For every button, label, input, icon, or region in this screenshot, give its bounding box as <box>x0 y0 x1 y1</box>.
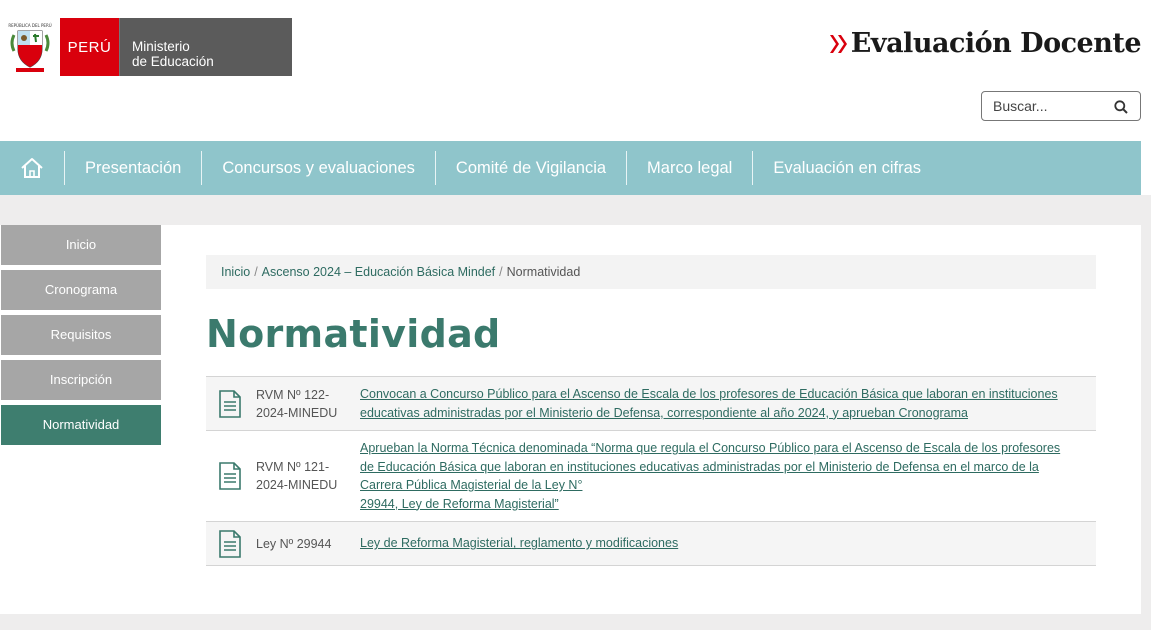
breadcrumb-current: Normatividad <box>506 265 581 279</box>
sidebar: Inicio Cronograma Requisitos Inscripción… <box>1 225 161 450</box>
nav-item-comite[interactable]: Comité de Vigilancia <box>436 141 626 195</box>
table-row: Ley Nº 29944 Ley de Reforma Magisterial,… <box>206 522 1096 566</box>
document-code: RVM Nº 122- 2024-MINEDU <box>250 386 360 422</box>
ministry-line-2: de Educación <box>132 54 214 69</box>
document-link-line[interactable]: Aprueban la Norma Técnica denominada “No… <box>360 439 1076 458</box>
brand-title: Evaluación Docente <box>850 28 1142 59</box>
document-link-line[interactable]: Ley de Reforma Magisterial, reglamento y… <box>360 534 1076 553</box>
document-link-line[interactable]: 29944, Ley de Reforma Magisterial” <box>360 495 1076 514</box>
breadcrumb-separator: / <box>254 265 258 279</box>
breadcrumb-separator: / <box>499 265 503 279</box>
document-link-line[interactable]: de Educación Básica que laboran en insti… <box>360 458 1076 477</box>
documents-table: RVM Nº 122- 2024-MINEDU Convocan a Concu… <box>206 376 1096 566</box>
svg-text:REPÚBLICA DEL PERÚ: REPÚBLICA DEL PERÚ <box>8 23 51 28</box>
document-link-line[interactable]: educativas administradas por el Minister… <box>360 404 1076 423</box>
table-row: RVM Nº 122- 2024-MINEDU Convocan a Concu… <box>206 377 1096 431</box>
page-title: Normatividad <box>206 312 501 356</box>
evaluacion-docente-brand[interactable]: Evaluación Docente <box>829 28 1142 59</box>
minedu-logo[interactable]: REPÚBLICA DEL PERÚ PERÚ Ministerio de Ed… <box>0 18 292 76</box>
nav-item-marco-legal[interactable]: Marco legal <box>627 141 752 195</box>
breadcrumb: Inicio / Ascenso 2024 – Educación Básica M… <box>206 255 1096 289</box>
document-link[interactable]: Convocan a Concurso Público para el Asce… <box>360 385 1096 422</box>
search-box[interactable] <box>981 91 1141 121</box>
site-header: REPÚBLICA DEL PERÚ PERÚ Ministerio de Ed… <box>0 0 1151 141</box>
nav-item-concursos[interactable]: Concursos y evaluaciones <box>202 141 435 195</box>
ministry-label: Ministerio de Educación <box>119 18 292 76</box>
coat-of-arms-icon: REPÚBLICA DEL PERÚ <box>0 18 60 76</box>
peru-label: PERÚ <box>60 18 119 76</box>
main-nav: Presentación Concursos y evaluaciones Co… <box>0 141 1141 195</box>
document-code-line: 2024-MINEDU <box>256 478 338 492</box>
nav-item-evaluacion-cifras[interactable]: Evaluación en cifras <box>753 141 941 195</box>
document-link[interactable]: Ley de Reforma Magisterial, reglamento y… <box>360 534 1096 553</box>
document-code-line: Ley Nº 29944 <box>256 536 332 551</box>
sidebar-item-cronograma[interactable]: Cronograma <box>1 270 161 310</box>
double-chevron-icon <box>829 33 849 55</box>
breadcrumb-section[interactable]: Ascenso 2024 – Educación Básica Mindef <box>262 265 495 279</box>
document-icon <box>210 462 250 490</box>
document-icon <box>210 529 250 558</box>
document-code-line: RVM Nº 122- <box>256 387 330 402</box>
document-icon <box>210 389 250 418</box>
document-code-line: 2024-MINEDU <box>256 405 338 420</box>
sidebar-item-normatividad[interactable]: Normatividad <box>1 405 161 445</box>
home-icon[interactable] <box>0 141 64 195</box>
ministry-line-1: Ministerio <box>132 39 190 54</box>
document-code: Ley Nº 29944 <box>250 535 360 553</box>
document-code: RVM Nº 121- 2024-MINEDU <box>250 458 360 494</box>
search-icon[interactable] <box>1114 99 1128 118</box>
table-row: RVM Nº 121- 2024-MINEDU Aprueban la Norm… <box>206 431 1096 522</box>
document-link-line[interactable]: Convocan a Concurso Público para el Asce… <box>360 385 1076 404</box>
search-input[interactable] <box>993 98 1111 114</box>
sidebar-item-inscripcion[interactable]: Inscripción <box>1 360 161 400</box>
document-link[interactable]: Aprueban la Norma Técnica denominada “No… <box>360 439 1096 513</box>
sidebar-item-inicio[interactable]: Inicio <box>1 225 161 265</box>
sidebar-item-requisitos[interactable]: Requisitos <box>1 315 161 355</box>
nav-item-presentacion[interactable]: Presentación <box>65 141 201 195</box>
document-code-line: RVM Nº 121- <box>256 460 330 474</box>
document-link-line[interactable]: Carrera Pública Magisterial de la Ley N° <box>360 476 1076 495</box>
breadcrumb-home[interactable]: Inicio <box>221 265 250 279</box>
